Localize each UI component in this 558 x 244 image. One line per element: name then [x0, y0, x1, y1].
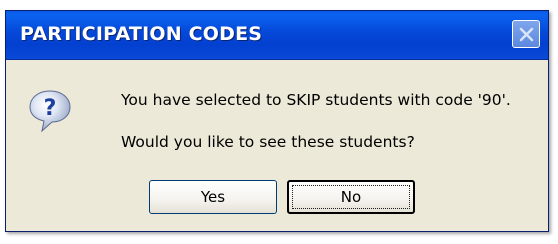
dialog-title: PARTICIPATION CODES: [20, 23, 263, 45]
close-icon: [519, 27, 534, 42]
no-button[interactable]: No: [287, 180, 415, 214]
question-text: Would you like to see these students?: [121, 133, 415, 151]
message-text: You have selected to SKIP students with …: [121, 91, 511, 109]
svg-text:?: ?: [44, 96, 57, 121]
title-bar[interactable]: PARTICIPATION CODES: [6, 11, 548, 60]
yes-button[interactable]: Yes: [149, 180, 277, 214]
message-dialog: PARTICIPATION CODES ? You have selected …: [5, 10, 549, 232]
dialog-body: ? You have selected to SKIP students wit…: [6, 60, 548, 231]
question-icon: ?: [29, 90, 71, 133]
close-button[interactable]: [512, 20, 540, 48]
